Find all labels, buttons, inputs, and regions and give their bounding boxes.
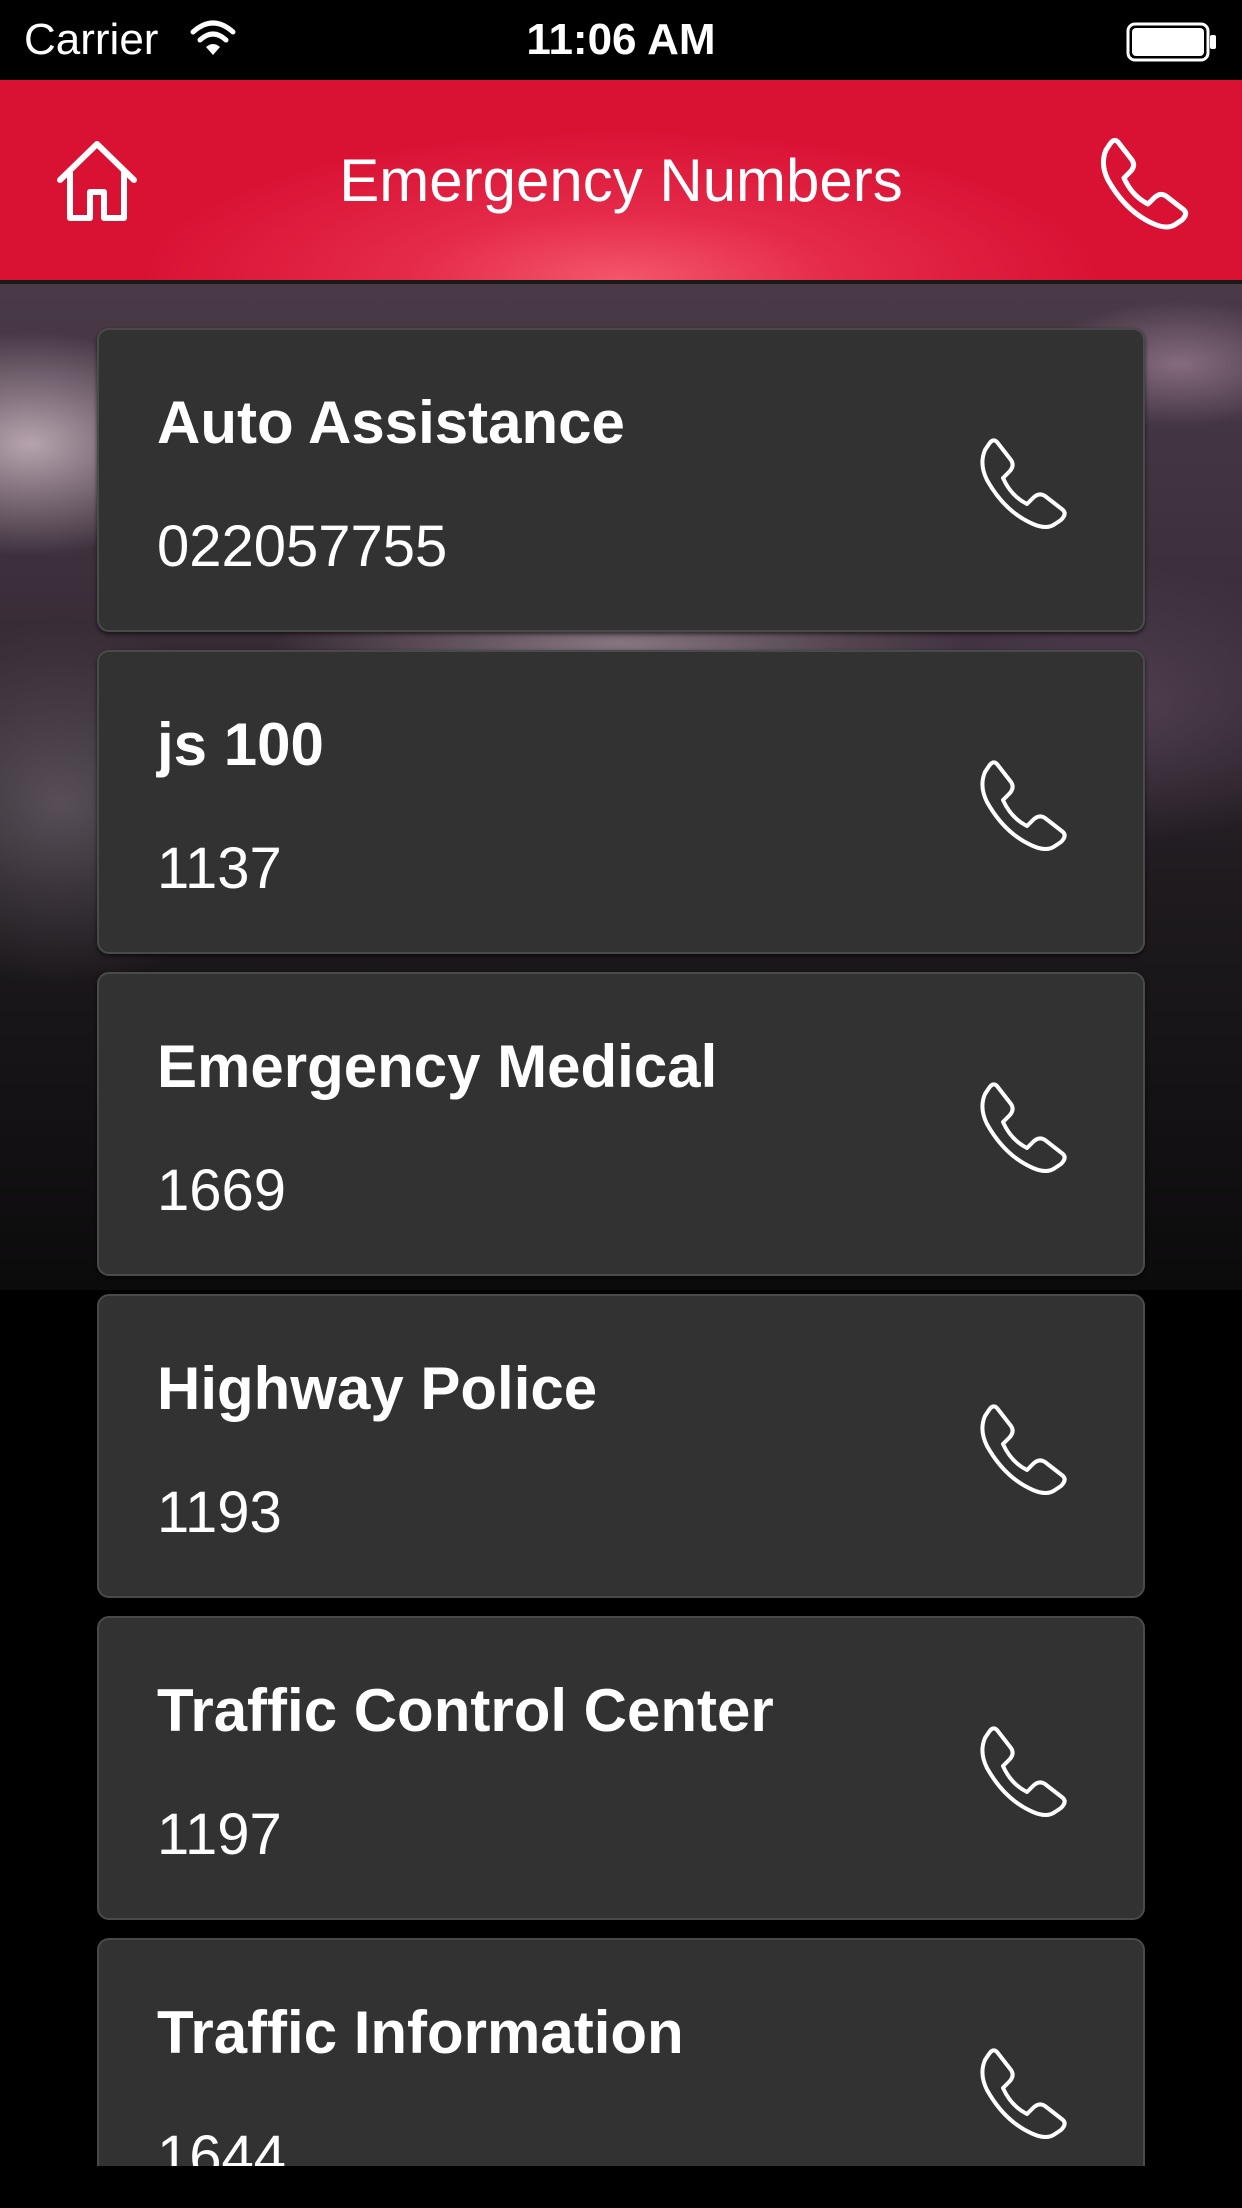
list-item[interactable]: Traffic Control Center 1197 [97,1616,1145,1920]
entry-number: 1197 [157,1802,282,1867]
entry-number: 1669 [157,1158,287,1223]
entry-name: Auto Assistance [157,389,625,456]
list-item[interactable]: Emergency Medical 1669 [97,972,1145,1276]
screen: Carrier 11:06 AM Emergency Numbers Auto … [0,0,1242,2208]
phone-icon[interactable] [975,1400,1071,1496]
status-time: 11:06 AM [526,15,716,64]
entry-name: Traffic Information [157,1999,684,2066]
phone-icon[interactable] [1096,134,1192,230]
list-item[interactable]: js 100 1137 [97,650,1145,954]
nav-bar: Emergency Numbers [0,80,1242,284]
phone-icon[interactable] [975,756,1071,852]
phone-icon[interactable] [975,1078,1071,1174]
entry-number: 1193 [157,1480,282,1545]
status-bar: Carrier 11:06 AM [0,0,1242,80]
battery-icon [1126,22,1216,62]
entry-number: 022057755 [157,514,448,579]
list-item[interactable]: Highway Police 1193 [97,1294,1145,1598]
entry-name: Traffic Control Center [157,1677,774,1744]
page-title: Emergency Numbers [339,147,903,214]
entry-name: js 100 [157,711,324,778]
entry-name: Highway Police [157,1355,598,1422]
phone-icon[interactable] [975,1722,1071,1818]
entry-number: 1137 [157,836,282,901]
phone-icon[interactable] [975,434,1071,530]
phone-icon[interactable] [975,2044,1071,2140]
list-item[interactable]: Auto Assistance 022057755 [97,328,1145,632]
bottom-edge [0,2166,1242,2208]
entry-name: Emergency Medical [157,1033,718,1100]
